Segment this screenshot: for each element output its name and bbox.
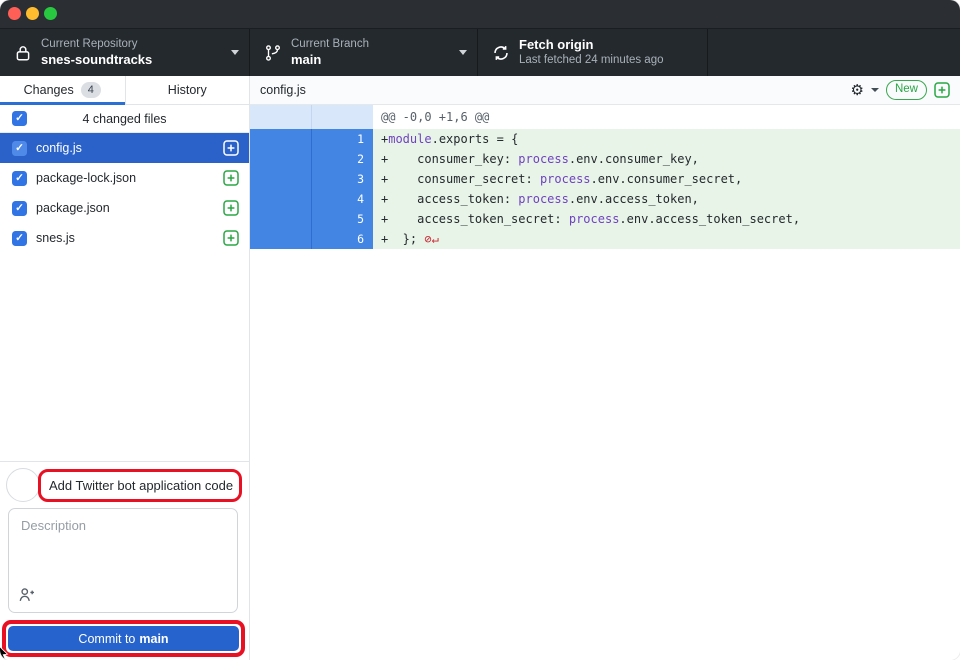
file-row-package.json[interactable]: package.json [0, 193, 249, 223]
tab-history[interactable]: History [125, 76, 250, 104]
diff-line-select-gutter[interactable] [250, 189, 312, 209]
diff-line-number[interactable]: 1 [312, 129, 373, 149]
file-name: snes.js [36, 231, 75, 245]
file-checkbox[interactable] [12, 171, 27, 186]
diff-line-number[interactable]: 2 [312, 149, 373, 169]
changed-files-list: config.js package-lock.json package.json sn… [0, 133, 249, 253]
added-file-icon [223, 170, 239, 186]
diff-file-name: config.js [260, 83, 306, 97]
chevron-down-icon [231, 50, 239, 55]
minimize-window-button[interactable] [26, 7, 39, 20]
changed-files-label: 4 changed files [82, 112, 166, 126]
file-row-snes.js[interactable]: snes.js [0, 223, 249, 253]
commit-button-label: Commit to [78, 632, 135, 646]
diff-line-select-gutter[interactable] [250, 229, 312, 249]
diff-line-select-gutter[interactable] [250, 169, 312, 189]
diff-lines: 1+module.exports = {2+ consumer_key: pro… [250, 129, 960, 249]
changes-count-badge: 4 [81, 82, 101, 98]
select-all-checkbox[interactable] [12, 111, 27, 126]
expand-whitespace-icon[interactable] [934, 82, 950, 98]
diff-line-number[interactable]: 3 [312, 169, 373, 189]
file-status-badge: New [886, 80, 927, 100]
annotation-highlight-commit-button: Commit to main [2, 620, 245, 657]
lock-icon [14, 44, 32, 62]
diff-line-code: + access_token_secret: process.env.acces… [373, 209, 960, 229]
diff-line-code: + consumer_secret: process.env.consumer_… [373, 169, 960, 189]
window-titlebar[interactable] [0, 0, 960, 28]
diff-line-6: 6+ }; ⊘↵ [250, 229, 960, 249]
chevron-down-icon [459, 50, 467, 55]
file-checkbox[interactable] [12, 201, 27, 216]
diff-line-code: + consumer_key: process.env.consumer_key… [373, 149, 960, 169]
commit-button[interactable]: Commit to main [8, 626, 239, 651]
repository-label: Current Repository [41, 37, 152, 51]
diff-view: @@ -0,0 +1,6 @@ 1+module.exports = {2+ c… [250, 105, 960, 249]
diff-line-select-gutter[interactable] [250, 209, 312, 229]
fetch-subtitle: Last fetched 24 minutes ago [519, 53, 664, 67]
commit-description-input[interactable] [9, 509, 237, 584]
repository-name: snes-soundtracks [41, 52, 152, 68]
branch-name: main [291, 52, 369, 68]
diff-line-3: 3+ consumer_secret: process.env.consumer… [250, 169, 960, 189]
diff-line-5: 5+ access_token_secret: process.env.acce… [250, 209, 960, 229]
file-checkbox[interactable] [12, 141, 27, 156]
file-name: package.json [36, 201, 110, 215]
changed-files-header: 4 changed files [0, 105, 249, 133]
added-file-icon [223, 230, 239, 246]
diff-pane: config.js ⚙ New @@ -0,0 +1,6 @@ 1+module… [250, 76, 960, 660]
diff-line-4: 4+ access_token: process.env.access_toke… [250, 189, 960, 209]
file-checkbox[interactable] [12, 231, 27, 246]
file-row-package-lock.json[interactable]: package-lock.json [0, 163, 249, 193]
commit-description-container [8, 508, 238, 613]
sync-icon [492, 44, 510, 62]
add-coauthor-icon[interactable] [18, 586, 36, 604]
commit-panel: Add Twitter bot application code Commit … [0, 461, 249, 660]
diff-line-code: +module.exports = { [373, 129, 960, 149]
diff-line-code: + }; ⊘↵ [373, 229, 960, 249]
diff-hunk-header: @@ -0,0 +1,6 @@ [250, 105, 960, 129]
diff-line-number[interactable]: 6 [312, 229, 373, 249]
current-branch-dropdown[interactable]: Current Branch main [250, 29, 478, 76]
sidebar-tabs: Changes 4 History [0, 76, 249, 105]
diff-line-number[interactable]: 4 [312, 189, 373, 209]
diff-line-1: 1+module.exports = { [250, 129, 960, 149]
added-file-icon [223, 140, 239, 156]
fetch-title: Fetch origin [519, 37, 664, 53]
commit-summary-input[interactable]: Add Twitter bot application code [49, 478, 233, 493]
sidebar: Changes 4 History 4 changed files config… [0, 76, 250, 660]
diff-line-2: 2+ consumer_key: process.env.consumer_ke… [250, 149, 960, 169]
diff-line-select-gutter[interactable] [250, 149, 312, 169]
toolbar: Current Repository snes-soundtracks Curr… [0, 28, 960, 76]
commit-button-branch: main [139, 632, 168, 646]
tab-history-label: History [168, 83, 207, 97]
file-name: package-lock.json [36, 171, 136, 185]
diff-line-select-gutter[interactable] [250, 129, 312, 149]
toolbar-spacer [708, 29, 960, 76]
fetch-origin-button[interactable]: Fetch origin Last fetched 24 minutes ago [478, 29, 708, 76]
chevron-down-icon[interactable] [871, 88, 879, 92]
zoom-window-button[interactable] [44, 7, 57, 20]
avatar [6, 468, 40, 502]
current-repository-dropdown[interactable]: Current Repository snes-soundtracks [0, 29, 250, 76]
diff-line-number[interactable]: 5 [312, 209, 373, 229]
file-name: config.js [36, 141, 82, 155]
tab-changes[interactable]: Changes 4 [0, 76, 125, 104]
added-file-icon [223, 200, 239, 216]
diff-line-code: + access_token: process.env.access_token… [373, 189, 960, 209]
file-row-config.js[interactable]: config.js [0, 133, 249, 163]
mouse-cursor [0, 644, 13, 660]
diff-header: config.js ⚙ New [250, 76, 960, 105]
close-window-button[interactable] [8, 7, 21, 20]
tab-changes-label: Changes [24, 83, 74, 97]
diff-header-controls: ⚙ New [851, 80, 950, 100]
github-desktop-window: Current Repository snes-soundtracks Curr… [0, 0, 960, 660]
git-branch-icon [264, 44, 282, 62]
hunk-header-text: @@ -0,0 +1,6 @@ [373, 105, 960, 129]
annotation-highlight-summary: Add Twitter bot application code [38, 469, 242, 502]
branch-label: Current Branch [291, 37, 369, 51]
gear-icon[interactable]: ⚙ [851, 83, 864, 98]
